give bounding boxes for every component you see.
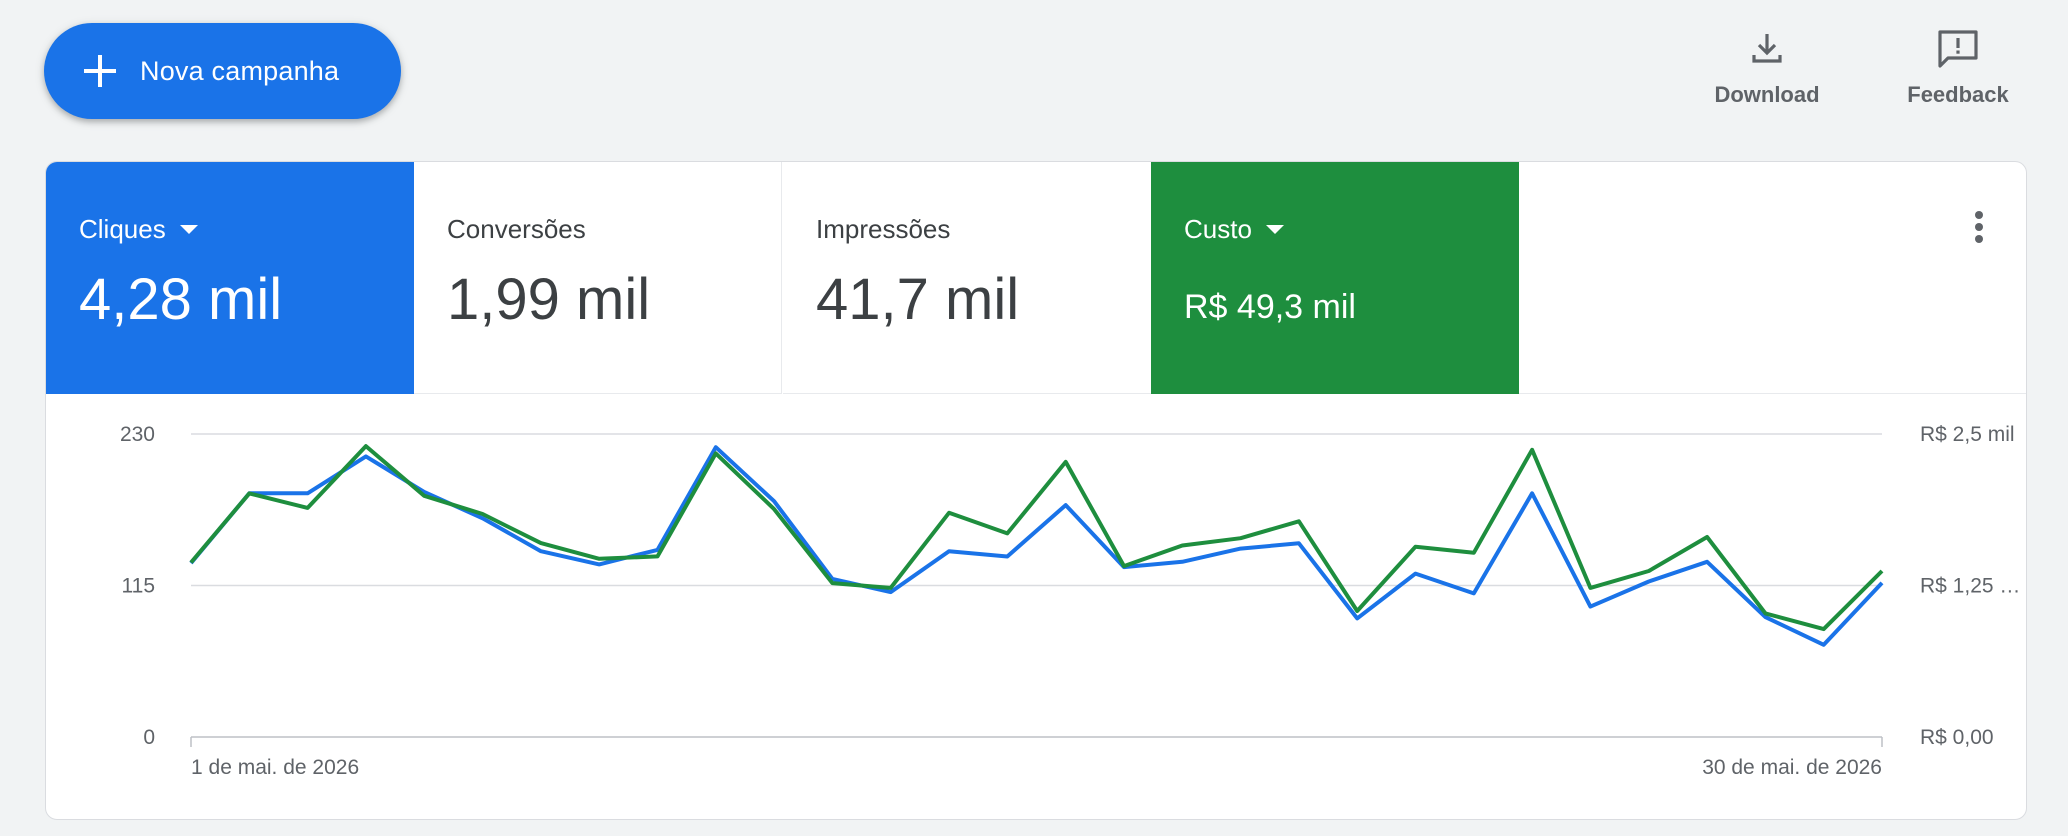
feedback-label: Feedback [1907,82,2009,107]
performance-card: Cliques 4,28 mil Conversões 1,99 mil Imp… [45,161,2027,820]
new-campaign-label: Nova campanha [140,56,340,86]
y-right-tick-label: R$ 0,00 [1920,726,1994,749]
new-campaign-button[interactable]: Nova campanha [44,23,401,119]
plus-icon [84,55,116,87]
x-tick-label: 30 de mai. de 2026 [1702,756,1882,779]
y-right-tick-label: R$ 2,5 mil [1920,423,2015,446]
download-label: Download [1714,82,1820,107]
series-line-cliques [189,445,1884,647]
y-left-tick-label: 115 [122,575,155,598]
y-right-tick-label: R$ 1,25 … [1920,575,2020,598]
top-toolbar: Nova campanha Download Feedback [0,0,2068,150]
series-line-custo [189,444,1884,632]
feedback-button[interactable]: Feedback [1888,28,2028,118]
x-tick-label: 1 de mai. de 2026 [191,756,359,779]
download-button[interactable]: Download [1697,28,1837,118]
y-left-tick-label: 0 [143,726,155,749]
download-icon [1752,34,1782,63]
feedback-icon [1938,30,1978,68]
performance-chart: 0 115 230 R$ 0,00 R$ 1,25 … R$ 2,5 mil 1 de ma… [120,423,2020,779]
y-left-tick-label: 230 [120,423,155,446]
